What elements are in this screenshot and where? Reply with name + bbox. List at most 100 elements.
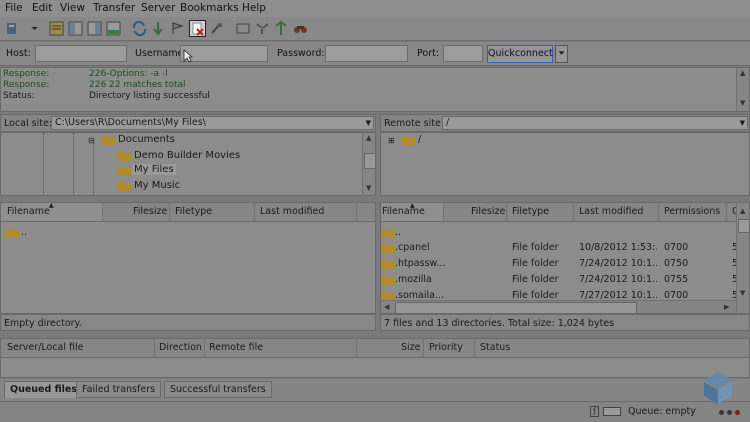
toggle-message-log-icon[interactable]	[48, 20, 65, 37]
speed-limit-icon[interactable]	[603, 407, 621, 416]
menu-server[interactable]: Server	[141, 2, 175, 14]
file-modified: 7/27/2012 10:1...	[579, 290, 657, 299]
column-filesize[interactable]: Filesize	[471, 206, 505, 217]
site-manager-icon[interactable]	[5, 20, 22, 37]
folder-icon	[382, 259, 395, 269]
folder-icon	[102, 135, 115, 145]
disconnect-icon[interactable]	[189, 20, 206, 37]
column-size[interactable]: Size	[401, 342, 421, 353]
file-permissions: 0700	[664, 242, 689, 253]
sort-ascending-icon: ▲	[49, 202, 54, 209]
column-priority[interactable]: Priority	[429, 342, 463, 353]
column-filename[interactable]: Filename	[7, 206, 50, 217]
file-name: ..	[395, 227, 402, 238]
file-permissions: 0700	[664, 290, 689, 299]
log-entry: Response: 226 22 matches total	[3, 80, 186, 90]
tree-item-my-files[interactable]: My Files	[132, 164, 176, 175]
message-log: Response: 226-Options: -a -l Response: 226…	[0, 67, 750, 112]
local-path-input[interactable]: C:\Users\R\Documents\My Files\ ▼	[51, 116, 374, 130]
lock-icon: ƒ	[590, 406, 599, 417]
folder-icon	[6, 228, 19, 238]
tree-item-demo-builder-movies[interactable]: Demo Builder Movies	[134, 150, 240, 161]
stop-icon[interactable]	[169, 20, 186, 37]
file-type: File folder	[512, 290, 559, 299]
app-status-bar: ƒ Queue: empty	[0, 401, 750, 422]
mouse-cursor-icon	[183, 49, 193, 63]
chevron-down-icon[interactable]	[26, 20, 38, 37]
toggle-queue-icon[interactable]	[105, 20, 122, 37]
file-modified: 10/8/2012 1:53:...	[579, 242, 657, 253]
local-file-list: Filename ▲ Filesize Filetype Last modifi…	[0, 202, 376, 314]
toggle-remote-tree-icon[interactable]	[86, 20, 103, 37]
column-status[interactable]: Status	[480, 342, 510, 353]
file-name: .somaila...	[395, 290, 445, 299]
file-name: .cpanel	[395, 242, 430, 253]
menu-help[interactable]: Help	[242, 2, 266, 14]
column-permissions[interactable]: Permissions	[664, 206, 720, 217]
tree-item-root[interactable]: /	[418, 134, 421, 145]
synchronized-browsing-icon[interactable]	[254, 20, 271, 37]
file-modified: 7/24/2012 10:1...	[579, 258, 657, 269]
column-server-local-file[interactable]: Server/Local file	[7, 342, 83, 353]
menu-file[interactable]: File	[5, 2, 23, 14]
column-filename[interactable]: Filename	[382, 206, 425, 217]
host-input[interactable]	[35, 45, 127, 62]
remote-file-list: Filename ▲ Filesize Filetype Last modifi…	[380, 202, 750, 314]
column-remote-file[interactable]: Remote file	[209, 342, 263, 353]
column-filesize[interactable]: Filesize	[133, 206, 167, 217]
folder-icon	[382, 243, 395, 253]
transfer-indicator-icon	[735, 410, 740, 415]
folder-icon	[118, 166, 131, 176]
toggle-local-tree-icon[interactable]	[67, 20, 84, 37]
menu-view[interactable]: View	[60, 2, 85, 14]
folder-icon	[118, 181, 131, 191]
collapse-icon[interactable]: ⊟	[88, 136, 95, 145]
process-queue-icon[interactable]	[150, 20, 167, 37]
username-input[interactable]	[180, 45, 268, 62]
transfer-queue: Server/Local file Direction Remote file …	[0, 338, 750, 378]
menu-edit[interactable]: Edit	[32, 2, 52, 14]
tab-successful-transfers[interactable]: Successful transfers	[164, 381, 272, 398]
remote-directory-tree: ⊞ /	[380, 132, 750, 196]
reconnect-icon[interactable]	[208, 20, 225, 37]
refresh-icon[interactable]	[131, 20, 148, 37]
tree-item-documents[interactable]: Documents	[118, 134, 175, 145]
remote-site-bar: Remote site: / ▼	[380, 114, 750, 132]
column-direction[interactable]: Direction	[159, 342, 202, 353]
local-status-bar: Empty directory.	[0, 314, 376, 331]
column-last-modified[interactable]: Last modified	[260, 206, 324, 217]
directory-comparison-icon[interactable]	[273, 20, 290, 37]
menu-bookmarks[interactable]: Bookmarks	[180, 2, 239, 14]
column-last-modified[interactable]: Last modified	[579, 206, 643, 217]
quickconnect-button[interactable]: Quickconnect	[487, 45, 553, 63]
file-permissions: 0755	[664, 274, 689, 285]
remote-list-vscrollbar[interactable]: ▲ ▼	[736, 203, 749, 313]
menu-bar: File Edit View Transfer Server Bookmarks…	[0, 0, 750, 17]
search-files-icon[interactable]	[292, 20, 309, 37]
password-input[interactable]	[325, 45, 408, 62]
log-scrollbar[interactable]: ▲ ▼	[736, 68, 749, 111]
column-filetype[interactable]: Filetype	[512, 206, 549, 217]
quickconnect-dropdown-button[interactable]	[555, 45, 568, 63]
directory-listing-filters-icon[interactable]	[235, 20, 252, 37]
menu-transfer[interactable]: Transfer	[93, 2, 135, 14]
local-directory-tree: ⊟ Documents Demo Builder Movies My Files…	[0, 132, 376, 196]
folder-icon	[382, 228, 395, 238]
column-filetype[interactable]: Filetype	[175, 206, 212, 217]
local-site-label: Local site:	[4, 118, 53, 129]
port-input[interactable]	[443, 45, 483, 62]
file-row-parent[interactable]: ..	[21, 227, 27, 238]
tab-failed-transfers[interactable]: Failed transfers	[76, 381, 162, 398]
remote-path-input[interactable]: / ▼	[442, 116, 748, 130]
tree-item-my-music[interactable]: My Music	[134, 180, 180, 191]
local-tree-scrollbar[interactable]: ▲ ▼	[362, 133, 375, 195]
transfer-indicator-icon	[727, 410, 732, 415]
tab-queued-files[interactable]: Queued files	[4, 381, 83, 398]
local-file-list-header: Filename ▲ Filesize Filetype Last modifi…	[1, 202, 375, 222]
port-label: Port:	[417, 48, 440, 59]
folder-icon	[118, 151, 131, 161]
remote-list-hscrollbar[interactable]: ◀ ▶	[381, 300, 736, 313]
expand-icon[interactable]: ⊞	[388, 136, 395, 145]
quickconnect-bar: Host: Username: Password: Port: Quickcon…	[0, 42, 750, 66]
host-label: Host:	[6, 48, 31, 59]
